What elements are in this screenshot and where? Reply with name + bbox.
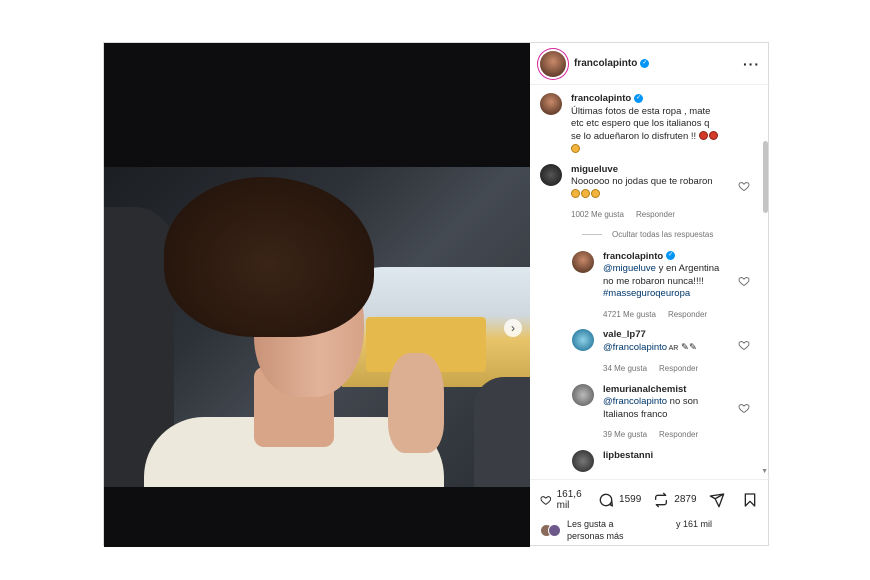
save-button[interactable] — [742, 492, 763, 508]
comment-likes[interactable]: 39 Me gusta — [603, 430, 647, 439]
liked-by-text: Les gusta a personas más — [567, 519, 624, 541]
repost-button[interactable]: 2879 — [653, 492, 697, 508]
like-heart-icon[interactable] — [738, 402, 750, 414]
comment-avatar[interactable] — [572, 383, 594, 406]
comment-hashtag[interactable]: #masseguroqeuropa — [603, 288, 690, 299]
comment-icon — [599, 493, 614, 507]
comment-likes[interactable]: 4721 Me gusta — [603, 310, 656, 319]
crying-emoji-icon — [571, 189, 580, 199]
repost-count: 2879 — [674, 494, 697, 505]
comment: migueluve Noooooo no jodas que te robaro… — [540, 163, 760, 222]
verified-badge-icon: ✓ — [666, 251, 676, 261]
reply-button[interactable]: Responder — [668, 310, 707, 319]
post-photo — [104, 167, 530, 487]
comment-avatar[interactable] — [572, 329, 594, 351]
flag-emoji-icon: ✎✎ — [680, 341, 697, 353]
verified-badge-icon: ✓ — [640, 59, 650, 68]
comment-username[interactable]: lemurianalchemist — [603, 384, 686, 395]
like-heart-icon[interactable] — [738, 275, 750, 287]
comment-mention[interactable]: @francolapinto — [603, 342, 667, 353]
comments-list[interactable]: ▼ francolapinto ✓ Últimas fotos de esta r… — [530, 85, 770, 479]
author-username[interactable]: francolapinto — [574, 58, 637, 69]
bookmark-icon — [744, 492, 755, 507]
liked-by-count[interactable]: y 161 mil — [676, 519, 712, 529]
next-image-button[interactable]: › — [504, 319, 522, 337]
repost-icon — [655, 492, 668, 507]
comment-username[interactable]: lipbestanni — [603, 450, 653, 461]
caption-username[interactable]: francolapinto — [571, 93, 631, 104]
scroll-down-icon[interactable]: ▼ — [761, 468, 768, 475]
comment-username[interactable]: vale_lp77 — [603, 329, 646, 340]
caption-avatar[interactable] — [540, 93, 562, 115]
comment-avatar[interactable] — [540, 163, 562, 186]
share-icon — [709, 492, 724, 507]
like-button[interactable]: 161,6 mil — [540, 489, 586, 511]
caption: francolapinto ✓ Últimas fotos de esta rop… — [540, 93, 760, 156]
comment-avatar[interactable] — [572, 250, 594, 273]
comment-likes[interactable]: 1002 Me gusta — [571, 210, 624, 219]
more-options-button[interactable]: ··· — [743, 56, 760, 72]
liker-avatar — [548, 523, 561, 537]
reply-button[interactable]: Responder — [659, 364, 698, 373]
heart-icon — [540, 495, 552, 505]
crying-emoji-icon — [581, 189, 590, 199]
liked-by[interactable]: Les gusta a personas más y 161 mil — [530, 519, 770, 547]
comment-reply: lipbestanni — [572, 449, 760, 472]
instagram-post: › francolapinto ✓ ··· ▼ francolapinto ✓ Ú… — [103, 42, 770, 547]
action-bar: 161,6 mil 1599 2879 — [530, 479, 770, 519]
comment-reply: vale_lp77 @francolapinto AR ✎✎ 34 Me gus… — [572, 329, 760, 376]
comment-reply: lemurianalchemist @francolapinto no son … — [572, 383, 760, 442]
comment-avatar[interactable] — [572, 449, 594, 472]
comments-scrollbar[interactable] — [763, 141, 768, 213]
like-heart-icon[interactable] — [738, 180, 750, 192]
comment-text: Noooooo no jodas que te robaron — [571, 176, 713, 187]
comment-username[interactable]: migueluve — [571, 164, 618, 175]
like-count: 161,6 mil — [556, 488, 582, 511]
comment-text: AR — [667, 344, 679, 352]
comment-likes[interactable]: 34 Me gusta — [603, 364, 647, 373]
comment-username[interactable]: francolapinto — [603, 251, 663, 262]
share-button[interactable] — [709, 492, 730, 508]
comment-mention[interactable]: @migueluve — [603, 263, 656, 274]
like-heart-icon[interactable] — [738, 339, 750, 351]
comment-count: 1599 — [619, 494, 642, 505]
crying-emoji-icon — [591, 189, 600, 199]
verified-badge-icon: ✓ — [634, 93, 644, 103]
grimace-emoji-icon — [571, 143, 580, 153]
hide-replies-button[interactable]: Ocultar todas las respuestas — [582, 230, 760, 239]
angry-emoji-icon — [708, 131, 718, 141]
post-media[interactable]: › — [104, 43, 530, 547]
post-header: francolapinto ✓ ··· — [530, 43, 770, 85]
author-avatar[interactable] — [540, 50, 566, 77]
caption-text: Últimas fotos de esta ropa , mate etc et… — [571, 105, 711, 142]
comment-button[interactable]: 1599 — [598, 492, 641, 508]
reply-button[interactable]: Responder — [659, 430, 698, 439]
post-sidebar: francolapinto ✓ ··· ▼ francolapinto ✓ Últ… — [530, 43, 770, 547]
comment-mention[interactable]: @francolapinto — [603, 396, 667, 407]
reply-button[interactable]: Responder — [636, 210, 675, 219]
angry-emoji-icon — [698, 131, 708, 141]
comment-reply: francolapinto ✓ @migueluve y en Argentina… — [572, 250, 760, 322]
